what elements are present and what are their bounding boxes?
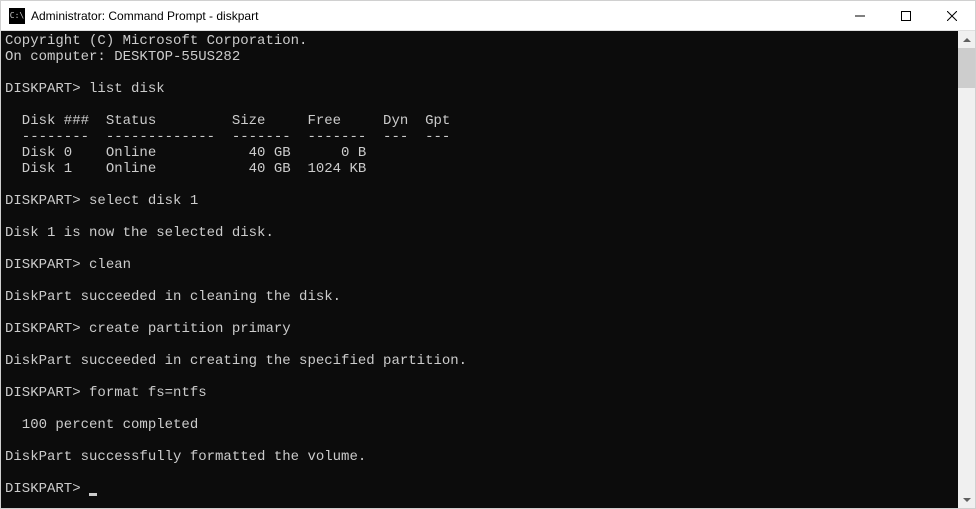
- window-title: Administrator: Command Prompt - diskpart: [31, 9, 258, 23]
- prompt: DISKPART>: [5, 481, 81, 497]
- minimize-button[interactable]: [837, 1, 883, 30]
- command-format: format fs=ntfs: [89, 385, 207, 401]
- command-prompt-icon: C:\: [9, 8, 25, 24]
- copyright-line: Copyright (C) Microsoft Corporation.: [5, 33, 307, 49]
- maximize-button[interactable]: [883, 1, 929, 30]
- prompt: DISKPART>: [5, 257, 81, 273]
- msg-progress: 100 percent completed: [5, 417, 198, 433]
- prompt: DISKPART>: [5, 193, 81, 209]
- computer-line: On computer: DESKTOP-55US282: [5, 49, 240, 65]
- titlebar[interactable]: C:\ Administrator: Command Prompt - disk…: [1, 1, 975, 31]
- prompt: DISKPART>: [5, 81, 81, 97]
- table-row: Disk 0 Online 40 GB 0 B: [5, 145, 366, 161]
- cursor: [89, 493, 97, 496]
- window-controls: [837, 1, 975, 30]
- scroll-down-arrow-icon[interactable]: [958, 491, 975, 508]
- vertical-scrollbar[interactable]: [958, 31, 975, 508]
- command-list-disk: list disk: [89, 81, 165, 97]
- msg-clean: DiskPart succeeded in cleaning the disk.: [5, 289, 341, 305]
- command-create-partition: create partition primary: [89, 321, 291, 337]
- scroll-thumb[interactable]: [958, 48, 975, 88]
- scroll-up-arrow-icon[interactable]: [958, 31, 975, 48]
- prompt: DISKPART>: [5, 321, 81, 337]
- table-header: Disk ### Status Size Free Dyn Gpt: [5, 113, 450, 129]
- terminal-output[interactable]: Copyright (C) Microsoft Corporation. On …: [1, 31, 958, 508]
- content-area: Copyright (C) Microsoft Corporation. On …: [1, 31, 975, 508]
- msg-create-partition: DiskPart succeeded in creating the speci…: [5, 353, 467, 369]
- table-row: Disk 1 Online 40 GB 1024 KB: [5, 161, 366, 177]
- command-clean: clean: [89, 257, 131, 273]
- msg-format: DiskPart successfully formatted the volu…: [5, 449, 366, 465]
- table-divider: -------- ------------- ------- ------- -…: [5, 129, 450, 145]
- command-select-disk: select disk 1: [89, 193, 198, 209]
- command-prompt-window: C:\ Administrator: Command Prompt - disk…: [0, 0, 976, 509]
- msg-selected: Disk 1 is now the selected disk.: [5, 225, 274, 241]
- prompt: DISKPART>: [5, 385, 81, 401]
- close-button[interactable]: [929, 1, 975, 30]
